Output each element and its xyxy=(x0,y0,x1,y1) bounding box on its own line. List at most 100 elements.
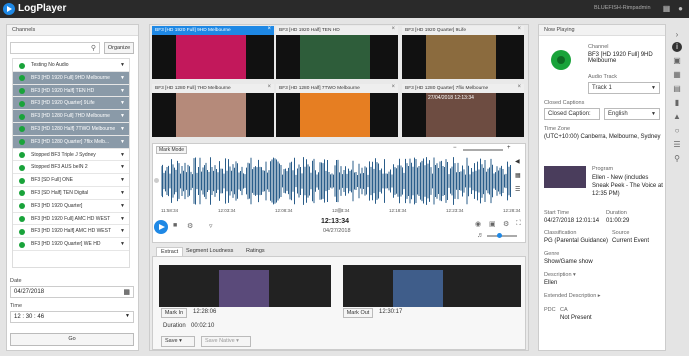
chevron-down-icon[interactable]: ▼ xyxy=(120,123,125,135)
channel-item[interactable]: BF3 [HD 1920 Half] TEN HD ▼ xyxy=(13,84,129,98)
channel-item[interactable]: BF3 [HD 1280 Quarter] 7flix Melb... ▼ xyxy=(13,135,129,149)
time-field[interactable]: 12 : 30 : 46 ▼ xyxy=(10,311,134,323)
organize-button[interactable]: Organize xyxy=(104,42,134,54)
chevron-down-icon[interactable]: ▼ xyxy=(120,59,125,71)
zoom-in-icon[interactable]: + xyxy=(507,145,511,151)
speed-icon[interactable]: ⚙ xyxy=(187,222,193,230)
cc-language-select[interactable]: English ▼ xyxy=(604,108,660,120)
collapse-left-icon[interactable]: ◀ xyxy=(515,158,520,165)
chart-icon[interactable]: ▦ xyxy=(672,70,682,80)
chevron-down-icon[interactable]: ▼ xyxy=(120,161,125,173)
audio-waveform[interactable] xyxy=(161,156,511,206)
channel-item[interactable]: Stopped BF3 AUS beIN 2 ▼ xyxy=(13,161,129,175)
chevron-down-icon[interactable]: ▼ xyxy=(120,149,125,161)
list-icon[interactable]: ☰ xyxy=(515,186,520,193)
channel-item[interactable]: BF3 [HD 1280 Full] 7HD Melbourne ▼ xyxy=(13,110,129,123)
time-seconds[interactable]: 46 xyxy=(37,314,44,320)
date-field[interactable]: 04/27/2018 ▦ xyxy=(10,286,134,298)
play-button[interactable] xyxy=(154,220,168,234)
monitor-tile[interactable]: BF3 [HD 1280 Quarter] 7flix Melbourne × xyxy=(402,84,524,137)
monitor-tile[interactable]: BF3 [HD 1280 Half] 7TWO Melbourne × xyxy=(276,84,398,137)
channel-item[interactable]: BF3 [SD Full] ONE ▼ xyxy=(13,174,129,187)
collapse-right-icon[interactable]: › xyxy=(672,30,682,40)
volume-slider[interactable] xyxy=(487,233,517,238)
monitor-tile[interactable]: BF3 [HD 1280 Full] 7HD Melbourne × xyxy=(152,84,274,137)
chevron-down-icon[interactable]: ▼ xyxy=(120,200,125,212)
channel-search-input[interactable]: ⚲ xyxy=(10,42,100,54)
monitor-tile[interactable]: BF3 [HD 1920 Full] 9HD Melbourne × xyxy=(152,26,274,79)
channel-item[interactable]: BF3 [HD 1920 Quarter] 9Life ▼ xyxy=(13,97,129,111)
chevron-down-icon[interactable]: ▼ xyxy=(120,238,125,250)
volume-knob[interactable] xyxy=(497,233,502,238)
search-icon[interactable]: ⚲ xyxy=(672,154,682,164)
tv-icon[interactable]: ▣ xyxy=(672,56,682,66)
save-button[interactable]: Save ▾ xyxy=(161,336,195,347)
tab[interactable]: Extract xyxy=(156,247,184,256)
close-icon[interactable]: × xyxy=(517,26,521,32)
save-native-button[interactable]: Save Native ▾ xyxy=(201,336,251,347)
camera-icon[interactable]: ◉ xyxy=(475,220,481,228)
channel-item[interactable]: BF3 [HD 1280 Half] 7TWO Melbourne ▼ xyxy=(13,122,129,136)
time-minutes[interactable]: 30 xyxy=(26,314,33,320)
fullscreen-icon[interactable]: ⛶ xyxy=(516,220,521,228)
go-button[interactable]: Go xyxy=(10,333,134,346)
channel-item[interactable]: BF3 [HD 1920 Full] AMC HD WEST ▼ xyxy=(13,213,129,226)
extended-description-toggle[interactable]: Extended Description ▸ xyxy=(544,293,601,299)
cc-icon[interactable]: ▣ xyxy=(489,220,496,228)
bookmark-icon[interactable]: ▮ xyxy=(672,98,682,108)
list-icon[interactable]: ☰ xyxy=(672,140,682,150)
settings-gear-icon[interactable]: ⚙ xyxy=(503,220,509,228)
close-icon[interactable]: × xyxy=(391,26,395,32)
document-icon[interactable]: ▤ xyxy=(672,84,682,94)
description-toggle[interactable]: Description ▾ xyxy=(544,272,576,278)
time-hours[interactable]: 12 xyxy=(14,314,21,320)
tab[interactable]: Segment Loudness xyxy=(182,247,237,255)
search-icon[interactable]: ⚲ xyxy=(91,44,96,52)
user-icon[interactable]: ● xyxy=(676,4,685,13)
stop-icon[interactable]: ■ xyxy=(173,222,177,229)
calendar-icon[interactable]: ▦ xyxy=(123,288,130,296)
filter-icon[interactable]: ▿ xyxy=(209,222,213,230)
channel-item[interactable]: BF3 [HD 1920 Quarter] ▼ xyxy=(13,200,129,213)
monitor-tile[interactable]: BF3 [HD 1920 Half] TEN HD × xyxy=(276,26,398,79)
chevron-down-icon[interactable]: ▼ xyxy=(120,174,125,186)
mark-out-button[interactable]: Mark Out xyxy=(343,308,373,318)
chevron-down-icon[interactable]: ▼ xyxy=(125,313,130,319)
cc-select[interactable]: Closed Caption: xyxy=(544,108,600,120)
zoom-out-icon[interactable]: − xyxy=(453,145,457,151)
channel-item[interactable]: BF3 [SD Half] TEN Digital ▼ xyxy=(13,187,129,200)
channel-item[interactable]: BF3 [HD 1920 Half] AMC HD WEST ▼ xyxy=(13,225,129,239)
channel-item[interactable]: BF3 [HD 1920 Quarter] WE HD ▼ xyxy=(13,238,129,251)
close-icon[interactable]: × xyxy=(517,84,521,90)
channel-item[interactable]: Stopped BF3 Triple J Sydney ▼ xyxy=(13,149,129,162)
close-icon[interactable]: × xyxy=(391,84,395,90)
playhead[interactable] xyxy=(337,208,342,213)
user-name[interactable]: BLUEFISH-Rimpadmin xyxy=(594,5,651,11)
close-icon[interactable]: × xyxy=(267,26,271,32)
settings-icon[interactable]: ▦ xyxy=(515,172,521,179)
mark-in-button[interactable]: Mark In xyxy=(161,308,187,318)
channel-list[interactable]: Testing No Audio ▼ BF3 [HD 1920 Full] 9HD … xyxy=(12,58,130,268)
timeline-handle[interactable] xyxy=(154,178,159,183)
close-icon[interactable]: × xyxy=(267,84,271,90)
zoom-slider[interactable] xyxy=(463,149,503,151)
chevron-down-icon[interactable]: ▼ xyxy=(120,213,125,225)
chevron-down-icon[interactable]: ▼ xyxy=(120,136,125,148)
audio-track-select[interactable]: Track 1 ▼ xyxy=(588,82,660,94)
volume-icon[interactable]: ♬ xyxy=(477,232,484,239)
chevron-down-icon[interactable]: ▼ xyxy=(120,85,125,97)
chevron-down-icon[interactable]: ▼ xyxy=(120,187,125,199)
chevron-down-icon[interactable]: ▼ xyxy=(120,225,125,237)
chevron-down-icon[interactable]: ▼ xyxy=(120,72,125,84)
chevron-down-icon[interactable]: ▼ xyxy=(120,97,125,109)
chat-icon[interactable]: ▦ xyxy=(662,4,671,13)
chevron-down-icon[interactable]: ▼ xyxy=(120,110,125,122)
info-icon[interactable]: i xyxy=(672,42,682,52)
channel-item[interactable]: BF3 [HD 1920 Full] 9HD Melbourne ▼ xyxy=(13,71,129,85)
tab[interactable]: Ratings xyxy=(242,247,269,255)
channel-item[interactable]: Testing No Audio ▼ xyxy=(13,59,129,72)
warning-icon[interactable]: ▲ xyxy=(672,112,682,122)
monitor-tile[interactable]: BF3 [HD 1920 Quarter] 9Life × xyxy=(402,26,524,79)
globe-icon[interactable]: ○ xyxy=(672,126,682,136)
mark-mode-button[interactable]: Mark Mode xyxy=(156,146,188,154)
